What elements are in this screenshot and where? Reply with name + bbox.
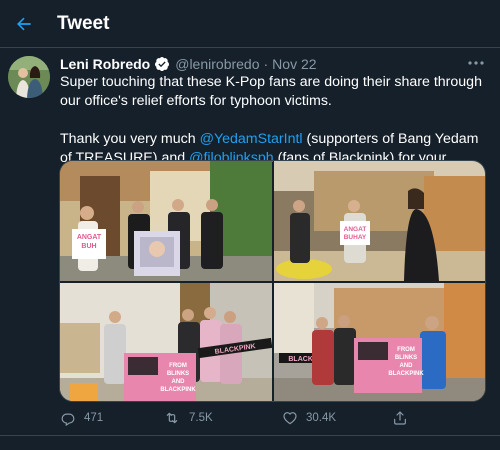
banner-text: BLACKPINK: [388, 371, 424, 377]
tweet-media-grid: ANGAT BUH ANGAT BUHAY FROM BLINKS AND BL…: [59, 160, 486, 402]
tweet-photo-3[interactable]: FROM BLINKS AND BLACKPINK BLACKPINK: [60, 283, 272, 401]
author-handle[interactable]: @lenirobredo: [175, 56, 259, 72]
top-bar: Tweet: [0, 0, 500, 48]
reply-icon: [61, 413, 75, 426]
reply-count: 471: [84, 412, 104, 424]
sign-text: BUH: [81, 243, 96, 250]
page-title: Tweet: [57, 13, 110, 34]
tweet-text-line1: Super touching that these K-Pop fans are…: [60, 74, 482, 109]
divider: [0, 435, 500, 436]
tweet-photo-4[interactable]: BLACKPINK FROM BLINKS AND BLACKPINK: [274, 283, 485, 401]
sign-text: BUHAY: [344, 234, 367, 241]
retweet-button[interactable]: 7.5K: [163, 408, 213, 428]
tweet-date[interactable]: Nov 22: [272, 56, 316, 72]
like-count: 30.4K: [306, 412, 337, 424]
tweet-author-row: Leni Robredo @lenirobredo · Nov 22: [60, 55, 317, 73]
separator-dot: ·: [263, 56, 269, 72]
banner-text: AND: [172, 379, 186, 385]
banner-text: BLINKS: [395, 355, 417, 361]
banner-text: FROM: [169, 363, 187, 369]
banner-text: FROM: [397, 347, 415, 353]
more-icon: [468, 61, 484, 65]
sign-text: ANGAT: [344, 226, 367, 233]
avatar[interactable]: [8, 56, 50, 98]
tweet-photo-2[interactable]: ANGAT BUHAY: [274, 161, 485, 281]
sign-text: ANGAT: [77, 234, 102, 241]
text-part: Thank you very much: [60, 131, 200, 147]
retweet-count: 7.5K: [189, 412, 213, 424]
banner-text: BLINKS: [167, 371, 189, 377]
tweet-actions: 471 7.5K 30.4K: [60, 408, 480, 428]
banner-text: BLACKPINK: [160, 387, 196, 393]
retweet-icon: [166, 412, 178, 424]
mention-link-yedamstarintl[interactable]: @YedamStarIntl: [200, 131, 303, 147]
share-button[interactable]: [392, 408, 416, 428]
share-icon: [394, 411, 406, 425]
heart-icon: [283, 412, 297, 425]
arrow-left-icon: [17, 17, 31, 31]
tweet-photo-1[interactable]: ANGAT BUH: [60, 161, 272, 281]
back-button[interactable]: [6, 6, 42, 42]
verified-badge-icon: [154, 56, 170, 72]
author-display-name[interactable]: Leni Robredo: [60, 56, 150, 72]
banner-text: AND: [400, 363, 414, 369]
like-button[interactable]: 30.4K: [282, 408, 336, 428]
reply-button[interactable]: 471: [60, 408, 103, 428]
more-options-button[interactable]: [466, 55, 486, 71]
